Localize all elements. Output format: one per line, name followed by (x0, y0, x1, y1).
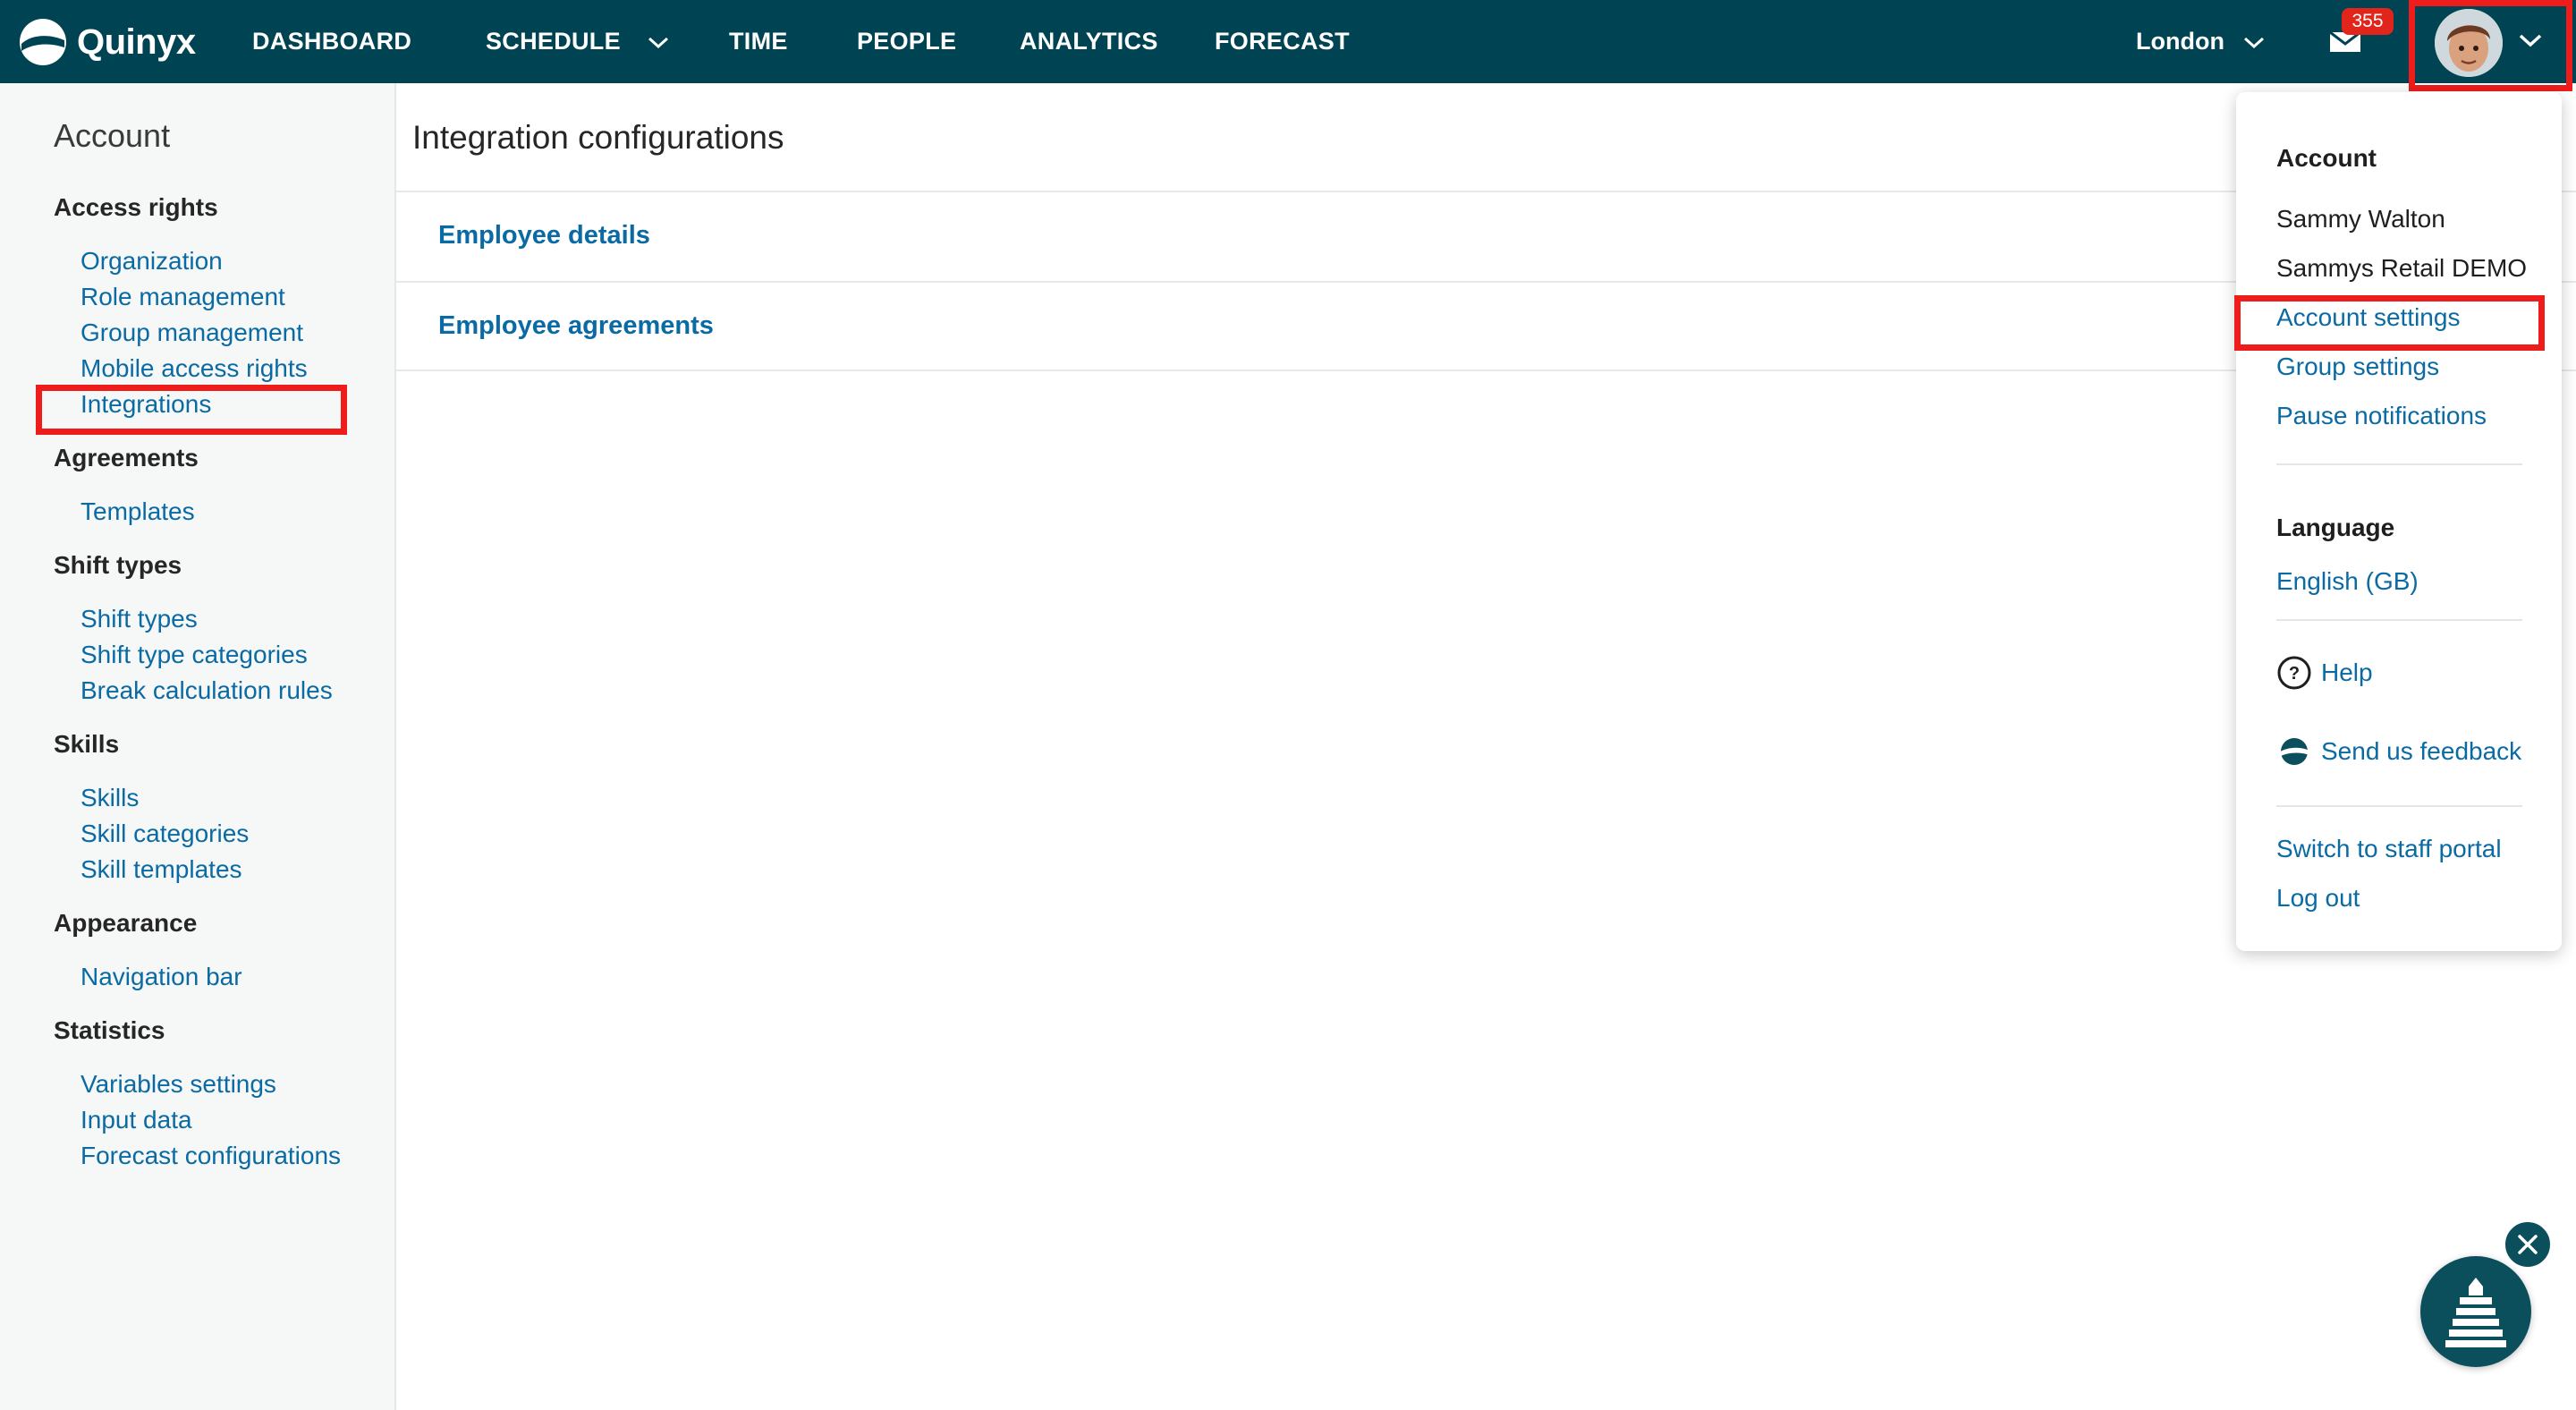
language-selector[interactable]: English (GB) (2276, 567, 2419, 596)
employee-agreements-link[interactable]: Employee agreements (438, 311, 714, 341)
chevron-down-icon (2244, 37, 2265, 48)
nav-schedule-label: SCHEDULE (486, 28, 621, 55)
pause-notifications-link[interactable]: Pause notifications (2276, 402, 2487, 430)
help-circle-icon: ? (2277, 656, 2311, 690)
nav-analytics[interactable]: ANALYTICS (1020, 0, 1158, 83)
chat-close-button[interactable] (2503, 1219, 2553, 1270)
sidebar-heading-access-rights: Access rights (54, 193, 218, 221)
log-out-link[interactable]: Log out (2276, 884, 2360, 913)
nav-schedule[interactable]: SCHEDULE (486, 0, 669, 83)
sidebar-item-break-calculation-rules[interactable]: Break calculation rules (80, 676, 333, 705)
sidebar-heading-shift-types: Shift types (54, 551, 182, 579)
location-selector[interactable]: London (2136, 0, 2265, 83)
account-sidebar: Account Access rights Organization Role … (0, 83, 396, 1410)
menu-divider (2276, 619, 2522, 621)
sidebar-item-skills[interactable]: Skills (80, 784, 139, 812)
sidebar-item-shift-type-categories[interactable]: Shift type categories (80, 641, 308, 669)
sidebar-heading-statistics: Statistics (54, 1016, 165, 1044)
sidebar-heading-appearance: Appearance (54, 909, 198, 937)
chat-widget-button[interactable] (2420, 1256, 2531, 1367)
account-settings-link[interactable]: Account settings (2276, 303, 2460, 332)
menu-divider (2276, 805, 2522, 807)
sidebar-item-templates[interactable]: Templates (80, 497, 195, 526)
account-menu-dropdown: Account Sammy Walton Sammys Retail DEMO … (2236, 92, 2562, 951)
switch-staff-portal-link[interactable]: Switch to staff portal (2276, 835, 2502, 863)
account-user-name: Sammy Walton (2276, 205, 2445, 233)
nav-time[interactable]: TIME (729, 0, 788, 83)
account-menu-heading: Account (2276, 144, 2377, 172)
top-nav-bar: Quinyx DASHBOARD SCHEDULE TIME PEOPLE AN… (0, 0, 2576, 83)
lighthouse-icon (2445, 1278, 2506, 1347)
user-menu-toggle[interactable] (2411, 4, 2571, 88)
nav-dashboard[interactable]: DASHBOARD (252, 0, 411, 83)
user-avatar-icon (2435, 9, 2503, 77)
sidebar-item-forecast-configurations[interactable]: Forecast configurations (80, 1142, 341, 1170)
logo-text: Quinyx (77, 21, 196, 62)
sidebar-heading-skills: Skills (54, 730, 120, 758)
sidebar-item-shift-types[interactable]: Shift types (80, 605, 198, 633)
sidebar-item-input-data[interactable]: Input data (80, 1106, 192, 1134)
sidebar-item-group-management[interactable]: Group management (80, 319, 303, 347)
quinyx-logo-icon (20, 19, 66, 65)
language-heading: Language (2276, 514, 2395, 541)
chevron-down-icon (648, 37, 668, 48)
inbox-count-badge: 355 (2342, 8, 2394, 35)
location-label: London (2136, 28, 2224, 55)
sidebar-item-integrations[interactable]: Integrations (80, 390, 211, 419)
help-label: Help (2321, 658, 2373, 686)
quinyx-logo[interactable]: Quinyx (18, 16, 196, 68)
nav-forecast[interactable]: FORECAST (1215, 0, 1350, 83)
svg-text:?: ? (2289, 664, 2300, 684)
quinyx-logo-icon (2279, 738, 2309, 765)
sidebar-item-variables-settings[interactable]: Variables settings (80, 1070, 276, 1099)
sidebar-item-organization[interactable]: Organization (80, 247, 223, 276)
account-company-name: Sammys Retail DEMO (2276, 254, 2528, 282)
close-icon (2518, 1235, 2538, 1254)
menu-divider (2276, 463, 2522, 465)
page-title: Integration configurations (412, 119, 784, 156)
sidebar-item-skill-templates[interactable]: Skill templates (80, 855, 242, 884)
send-feedback-label: Send us feedback (2321, 737, 2522, 765)
sidebar-item-navigation-bar[interactable]: Navigation bar (80, 963, 242, 991)
sidebar-item-skill-categories[interactable]: Skill categories (80, 820, 249, 848)
sidebar-heading-agreements: Agreements (54, 444, 199, 471)
sidebar-title: Account (54, 117, 171, 154)
group-settings-link[interactable]: Group settings (2276, 352, 2439, 381)
chevron-down-icon (2519, 34, 2542, 47)
avatar (2435, 9, 2503, 77)
employee-details-link[interactable]: Employee details (438, 221, 650, 251)
nav-people[interactable]: PEOPLE (857, 0, 956, 83)
sidebar-item-role-management[interactable]: Role management (80, 283, 285, 311)
help-link[interactable]: ? Help (2276, 655, 2373, 691)
sidebar-item-mobile-access-rights[interactable]: Mobile access rights (80, 354, 308, 383)
send-feedback-link[interactable]: Send us feedback (2276, 734, 2521, 769)
